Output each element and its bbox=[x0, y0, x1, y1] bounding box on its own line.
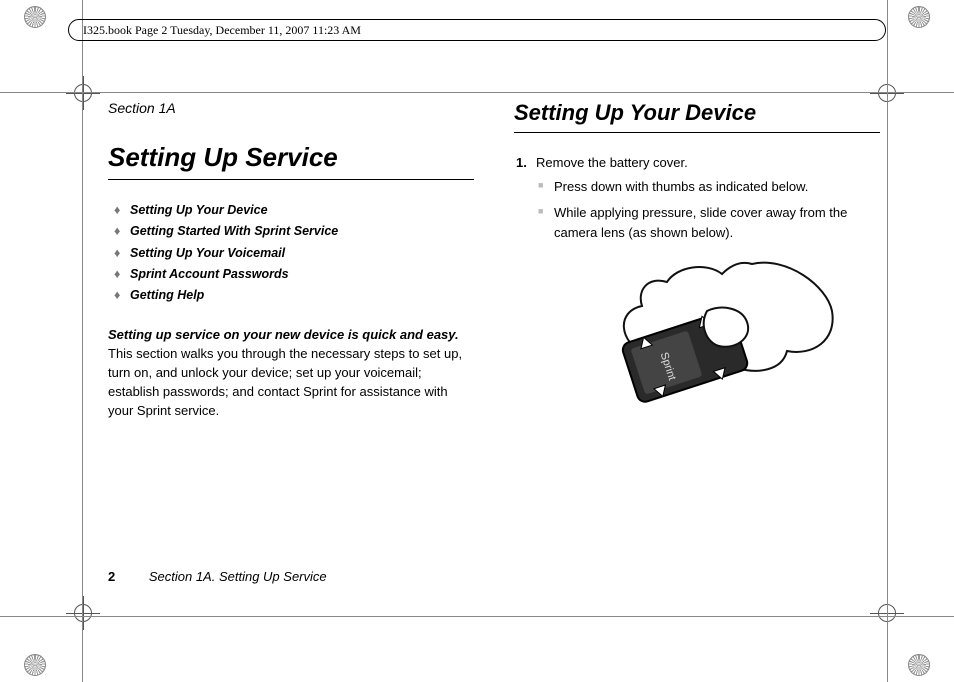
title-rule bbox=[108, 179, 474, 180]
crop-target-icon bbox=[908, 6, 930, 28]
intro-lead: Setting up service on your new device is… bbox=[108, 327, 459, 342]
substep-list: Press down with thumbs as indicated belo… bbox=[536, 177, 880, 243]
intro-paragraph: Setting up service on your new device is… bbox=[108, 326, 474, 420]
toc-item: Setting Up Your Voicemail bbox=[108, 243, 474, 264]
phone-hand-icon: Sprint bbox=[557, 256, 837, 416]
step-text: Remove the battery cover. bbox=[536, 155, 688, 170]
left-column: Section 1A Setting Up Service Setting Up… bbox=[108, 100, 474, 582]
crop-line bbox=[82, 0, 83, 682]
toc-list: Setting Up Your Device Getting Started W… bbox=[108, 200, 474, 306]
book-page-info: I325.book Page 2 Tuesday, December 11, 2… bbox=[83, 23, 361, 38]
intro-rest: This section walks you through the neces… bbox=[108, 346, 462, 418]
title-rule bbox=[514, 132, 880, 133]
toc-item: Setting Up Your Device bbox=[108, 200, 474, 221]
substep-item: While applying pressure, slide cover awa… bbox=[536, 203, 880, 243]
step-number: 1. bbox=[516, 153, 527, 173]
page-body: Section 1A Setting Up Service Setting Up… bbox=[108, 100, 880, 582]
toc-item: Getting Help bbox=[108, 285, 474, 306]
crop-target-icon bbox=[24, 6, 46, 28]
crop-line bbox=[0, 92, 954, 93]
step-list: 1. Remove the battery cover. Press down … bbox=[514, 153, 880, 244]
crop-line bbox=[887, 0, 888, 682]
right-column-title: Setting Up Your Device bbox=[514, 100, 880, 126]
step-item: 1. Remove the battery cover. Press down … bbox=[514, 153, 880, 244]
registration-mark-icon bbox=[70, 600, 96, 626]
page-header-bar: I325.book Page 2 Tuesday, December 11, 2… bbox=[68, 19, 886, 41]
page-number: 2 bbox=[108, 569, 115, 584]
footer-text: Section 1A. Setting Up Service bbox=[149, 569, 327, 584]
substep-item: Press down with thumbs as indicated belo… bbox=[536, 177, 880, 197]
toc-item: Sprint Account Passwords bbox=[108, 264, 474, 285]
crop-target-icon bbox=[908, 654, 930, 676]
page-title: Setting Up Service bbox=[108, 142, 474, 173]
toc-item: Getting Started With Sprint Service bbox=[108, 221, 474, 242]
registration-mark-icon bbox=[70, 80, 96, 106]
crop-target-icon bbox=[24, 654, 46, 676]
section-label: Section 1A bbox=[108, 100, 474, 116]
right-column: Setting Up Your Device 1. Remove the bat… bbox=[514, 100, 880, 582]
crop-line bbox=[0, 616, 954, 617]
device-illustration: Sprint bbox=[514, 256, 880, 416]
page-footer: 2 Section 1A. Setting Up Service bbox=[108, 569, 327, 584]
